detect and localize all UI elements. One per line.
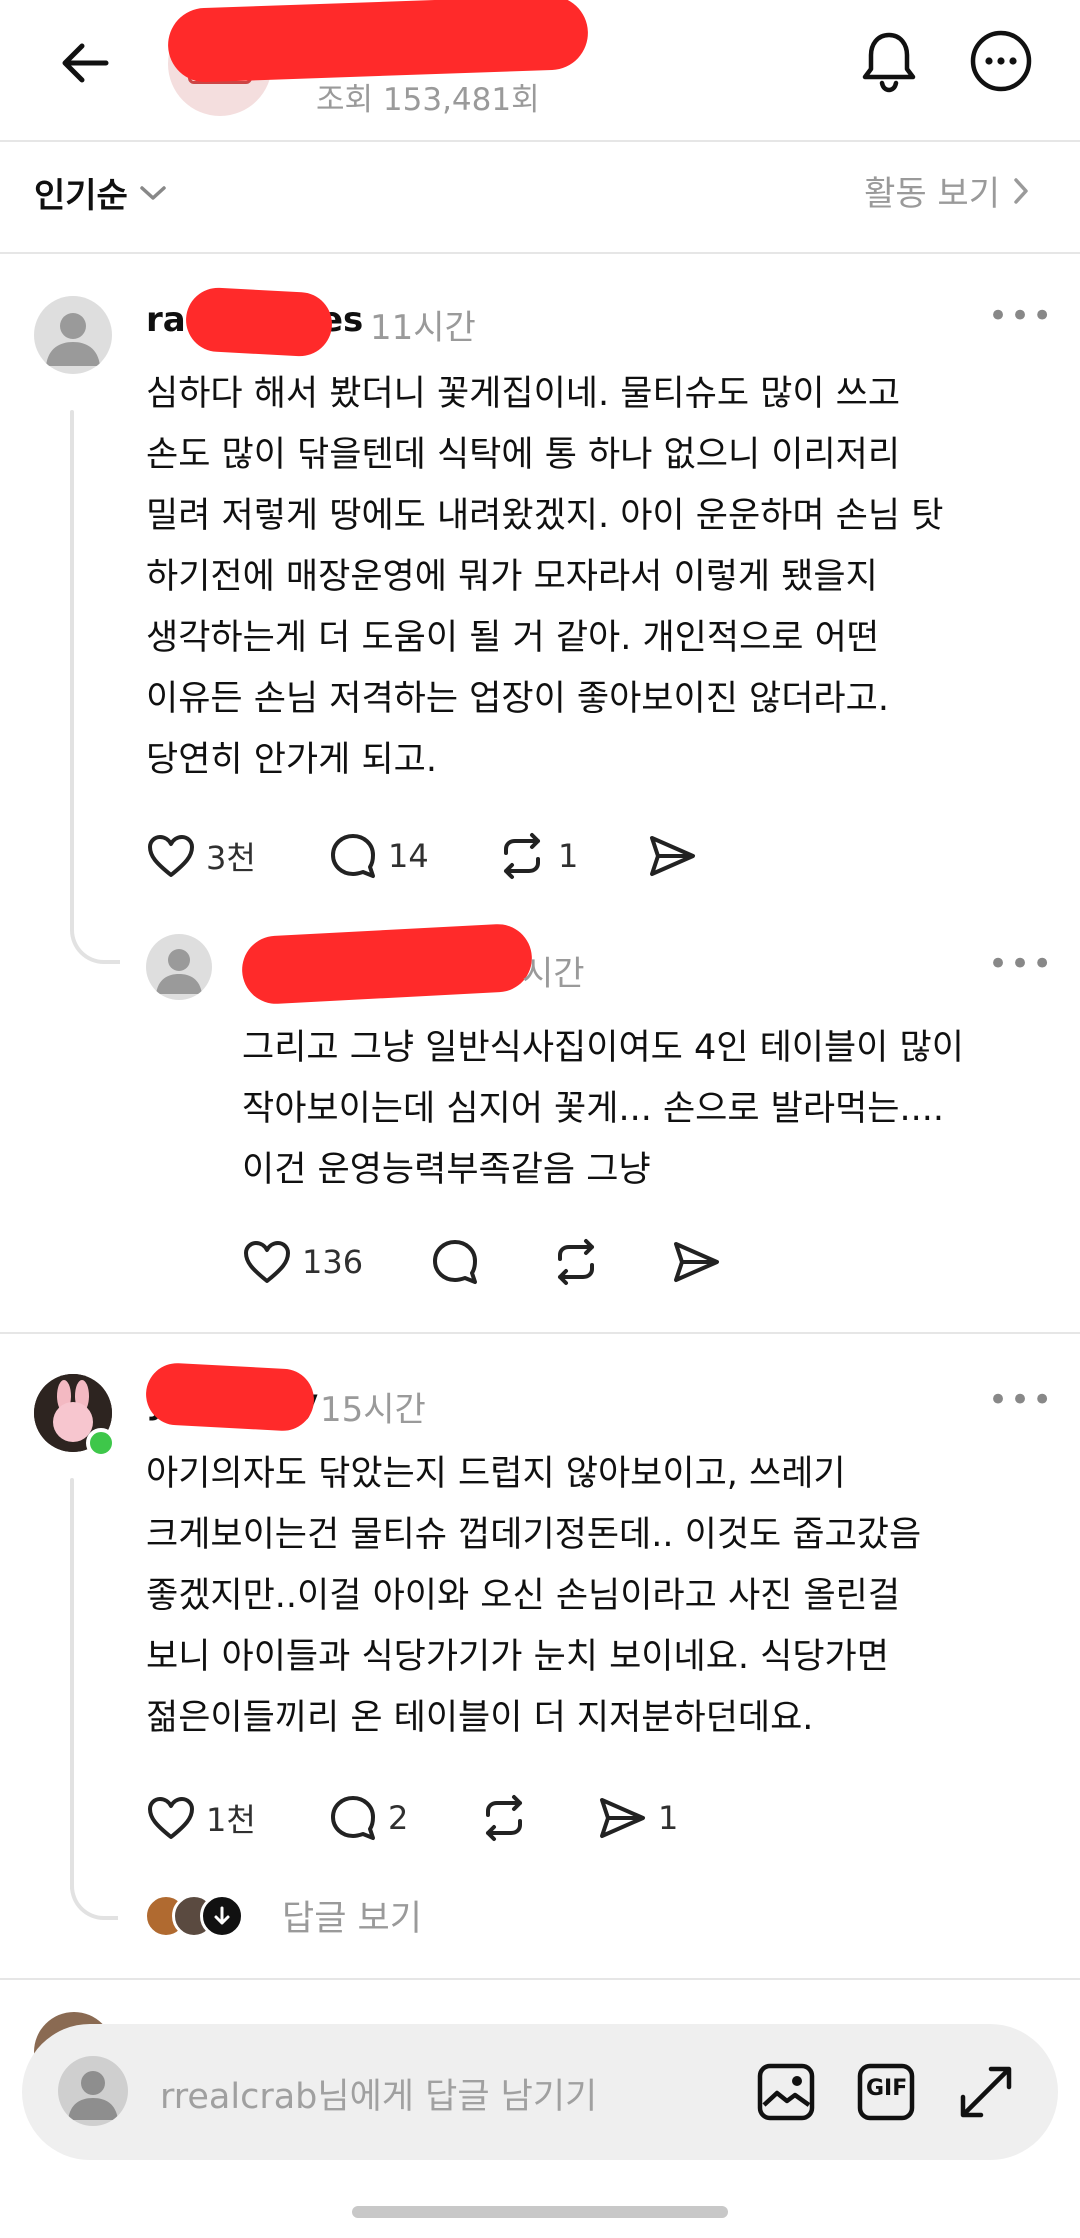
repost-count: 1	[558, 837, 579, 875]
default-user-icon	[68, 2071, 118, 2120]
image-icon	[757, 2063, 815, 2121]
comment-time: 11시간	[370, 308, 476, 348]
comment-icon	[331, 834, 375, 878]
repost-icon	[486, 1795, 522, 1841]
comment-line: 보니 아이들과 식당가기가 눈치 보이네요. 식당가면	[146, 1637, 889, 1677]
comment-divider	[0, 1978, 1080, 1980]
reply-more-button[interactable]: •••	[988, 944, 1054, 984]
comment-more-button[interactable]: •••	[988, 1380, 1054, 1420]
share-button[interactable]	[646, 826, 698, 886]
reply-count: 14	[388, 837, 429, 875]
share-button[interactable]	[670, 1232, 722, 1292]
reply-input[interactable]: rrealcrab님에게 답글 남기기	[160, 2068, 597, 2119]
send-icon	[650, 836, 695, 876]
comment-icon	[433, 1240, 477, 1284]
reply-button[interactable]	[430, 1232, 480, 1292]
notification-button[interactable]	[852, 24, 926, 98]
chevron-down-icon	[140, 185, 166, 200]
share-count: 1	[658, 1799, 679, 1837]
comment-time: 15시간	[320, 1390, 426, 1430]
redacted-username	[240, 922, 534, 1006]
reply-line: 그리고 그냥 일반식사집이여도 4인 테이블이 많이	[242, 1028, 964, 1068]
activity-label: 활동 보기	[864, 174, 1000, 214]
comment-line: 젊은이들끼리 온 테이블이 더 지저분하던데요.	[146, 1698, 814, 1738]
more-options-button[interactable]	[964, 24, 1038, 98]
reply-time: 시간	[522, 954, 585, 994]
comment-line: 이유든 손님 저격하는 업장이 좋아보이진 않더라고.	[146, 679, 889, 719]
view-count: 조회 153,481회	[316, 82, 540, 118]
bell-icon	[862, 32, 916, 93]
heart-icon	[244, 1241, 290, 1283]
online-status-dot	[86, 1428, 116, 1458]
comment-line: 손도 많이 닦을텐데 식탁에 통 하나 없으니 이리저리	[146, 435, 901, 475]
attach-image-button[interactable]	[752, 2058, 820, 2126]
comment-line: 밀려 저렇게 땅에도 내려왔겠지. 아이 운운하며 손님 탓	[146, 496, 944, 536]
repost-icon	[504, 833, 540, 879]
default-user-icon	[46, 313, 100, 366]
reply-line: 작아보이는데 심지어 꽃게... 손으로 발라먹는....	[242, 1089, 944, 1129]
sort-dropdown[interactable]: 인기순	[34, 168, 168, 217]
top-header: 조회 153,481회	[0, 0, 1080, 142]
chevron-right-icon	[1014, 177, 1028, 204]
expand-composer-button[interactable]	[952, 2058, 1020, 2126]
reply-composer[interactable]: rrealcrab님에게 답글 남기기 GIF	[22, 2024, 1058, 2160]
home-indicator[interactable]	[352, 2206, 728, 2218]
like-button[interactable]: 3천	[146, 826, 256, 886]
repost-button[interactable]	[478, 1788, 530, 1848]
gif-label: GIF	[866, 2076, 908, 2101]
thread-connector	[70, 900, 120, 964]
redacted-username	[184, 286, 334, 358]
sort-label: 인기순	[34, 176, 128, 216]
comment-line: 좋겠지만..이걸 아이와 오신 손님이라고 사진 올린걸	[146, 1576, 901, 1616]
thread-connector	[70, 1860, 118, 1920]
redacted-username	[144, 1361, 316, 1433]
comment-body: 아기의자도 닦았는지 드럽지 않아보이고, 쓰레기 크게보이는건 물티슈 껍데기…	[146, 1444, 921, 1749]
like-count: 3천	[206, 839, 256, 877]
heart-icon	[148, 1797, 194, 1839]
comment-line: 심하다 해서 봤더니 꽃게집이네. 물티슈도 많이 쓰고	[146, 374, 901, 414]
send-icon	[600, 1798, 645, 1838]
share-button[interactable]: 1	[596, 1788, 678, 1848]
like-count: 1천	[206, 1801, 256, 1839]
more-icon	[970, 30, 1032, 92]
comment-avatar[interactable]	[34, 296, 112, 374]
like-count: 136	[302, 1243, 364, 1281]
comment-more-button[interactable]: •••	[988, 296, 1054, 336]
redacted-title	[166, 0, 590, 84]
thread-line	[70, 410, 74, 930]
reply-count: 2	[388, 1799, 409, 1837]
sort-bar: 인기순 활동 보기	[0, 142, 1080, 254]
view-replies-link[interactable]: 답글 보기	[282, 1890, 422, 1941]
comment-username[interactable]: ra	[146, 300, 186, 340]
repost-icon	[558, 1239, 594, 1285]
comment-line: 하기전에 매장운영에 뭐가 모자라서 이렇게 됐을지	[146, 557, 878, 597]
reply-avatar[interactable]	[146, 934, 212, 1000]
like-button[interactable]: 136	[242, 1232, 363, 1292]
my-avatar	[58, 2056, 128, 2126]
gif-button[interactable]: GIF	[852, 2058, 920, 2126]
reply-line: 이건 운영능력부족같음 그냥	[242, 1150, 651, 1190]
comment-divider	[0, 1332, 1080, 1334]
heart-icon	[148, 835, 194, 877]
reply-button[interactable]: 14	[328, 826, 429, 886]
default-user-icon	[156, 949, 202, 994]
repost-button[interactable]	[550, 1232, 602, 1292]
expand-replies-icon	[200, 1894, 244, 1938]
like-button[interactable]: 1천	[146, 1788, 256, 1848]
back-button[interactable]	[50, 28, 120, 98]
send-icon	[674, 1242, 719, 1282]
comment-line: 생각하는게 더 도움이 될 거 같아. 개인적으로 어떤	[146, 618, 880, 658]
view-activity-link[interactable]: 활동 보기	[864, 166, 1030, 215]
comment-icon	[331, 1796, 375, 1840]
reply-body: 그리고 그냥 일반식사집이여도 4인 테이블이 많이 작아보이는데 심지어 꽃게…	[242, 1018, 964, 1201]
reply-button[interactable]: 2	[328, 1788, 408, 1848]
comment-body: 심하다 해서 봤더니 꽃게집이네. 물티슈도 많이 쓰고 손도 많이 닦을텐데 …	[146, 364, 943, 791]
back-arrow-icon	[62, 43, 109, 83]
comment-line: 아기의자도 닦았는지 드럽지 않아보이고, 쓰레기	[146, 1454, 846, 1494]
expand-icon	[960, 2066, 1012, 2118]
thread-line	[70, 1478, 74, 1890]
comment-line: 크게보이는건 물티슈 껍데기정돈데.. 이것도 줍고갔음	[146, 1515, 922, 1555]
repost-button[interactable]: 1	[496, 826, 578, 886]
comment-line: 당연히 안가게 되고.	[146, 740, 437, 780]
